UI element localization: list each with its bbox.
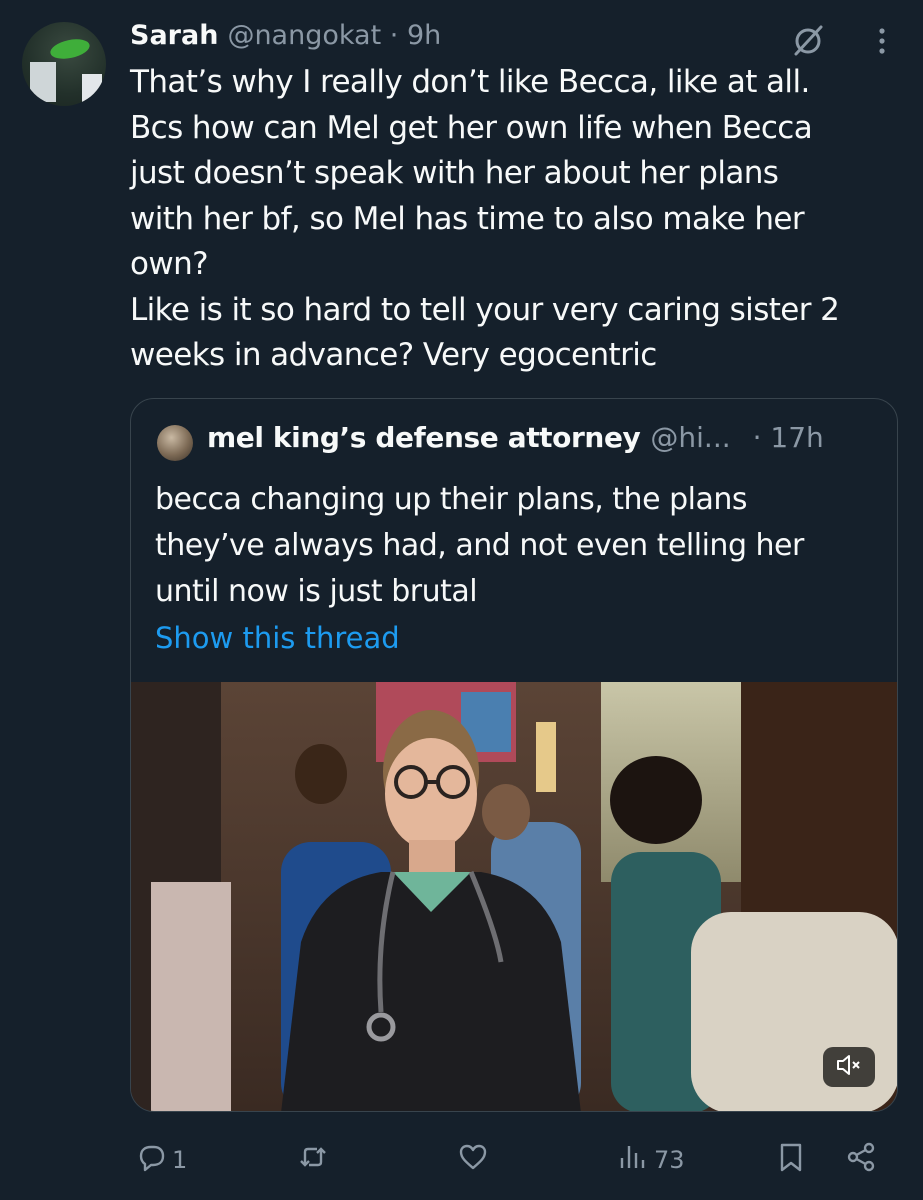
tweet-header: Sarah @nangokat · 9h [130, 20, 441, 60]
mute-toggle-button[interactable] [823, 1047, 875, 1087]
author-handle[interactable]: @nangokat · 9h [227, 20, 441, 51]
quoted-tweet-header: mel king’s defense attorney @hi... · 17h [207, 421, 824, 454]
author-name[interactable]: Sarah [130, 20, 218, 51]
quoted-text-line: they’ve always had, and not even telling… [155, 528, 804, 563]
grok-icon[interactable] [788, 24, 828, 58]
more-icon[interactable] [862, 24, 902, 58]
speaker-muted-icon [835, 1053, 863, 1081]
reply-count: 1 [172, 1146, 188, 1174]
tweet-text-line: own? [130, 246, 209, 282]
views-count: 73 [654, 1146, 685, 1174]
quoted-tweet-time: · 17h [752, 421, 824, 454]
quoted-author-avatar[interactable] [157, 425, 193, 461]
tweet-text-line: Like is it so hard to tell your very car… [130, 291, 840, 328]
show-thread-link[interactable]: Show this thread [155, 621, 400, 655]
quoted-tweet-text: becca changing up their plans, the plans… [155, 477, 885, 615]
repost-icon [296, 1140, 330, 1180]
reply-button[interactable]: 1 [134, 1136, 187, 1184]
tweet-text-line: just doesn’t speak with her about her pl… [130, 155, 779, 191]
author-avatar[interactable] [22, 22, 106, 106]
quoted-text-line: until now is just brutal [155, 574, 478, 609]
tweet-text-line: weeks in advance? Very egocentric [130, 337, 657, 373]
video-player[interactable] [131, 682, 897, 1111]
bookmark-icon [774, 1140, 808, 1180]
repost-button[interactable] [296, 1136, 334, 1184]
views-icon [616, 1140, 650, 1180]
share-icon [844, 1140, 878, 1180]
quoted-text-line: becca changing up their plans, the plans [155, 482, 747, 517]
bookmark-button[interactable] [774, 1136, 808, 1184]
like-button[interactable] [456, 1136, 494, 1184]
tweet-text-line: with her bf, so Mel has time to also mak… [130, 200, 805, 237]
tweet-actions-bar: 1 73 [130, 1136, 890, 1184]
share-button[interactable] [844, 1136, 878, 1184]
video-frame [131, 682, 897, 1111]
quoted-author-name: mel king’s defense attorney [207, 421, 641, 454]
quoted-tweet[interactable]: mel king’s defense attorney @hi... · 17h… [130, 398, 898, 1112]
tweet-text-line: That’s why I really don’t like Becca, li… [130, 64, 810, 100]
views-button[interactable]: 73 [616, 1136, 685, 1184]
reply-icon [134, 1140, 168, 1180]
like-icon [456, 1140, 490, 1180]
tweet-time: 9h [406, 20, 442, 51]
tweet-text-line: Bcs how can Mel get her own life when Be… [130, 109, 813, 146]
tweet-text: That’s why I really don’t like Becca, li… [130, 60, 910, 379]
quoted-author-handle: @hi... [650, 421, 731, 454]
